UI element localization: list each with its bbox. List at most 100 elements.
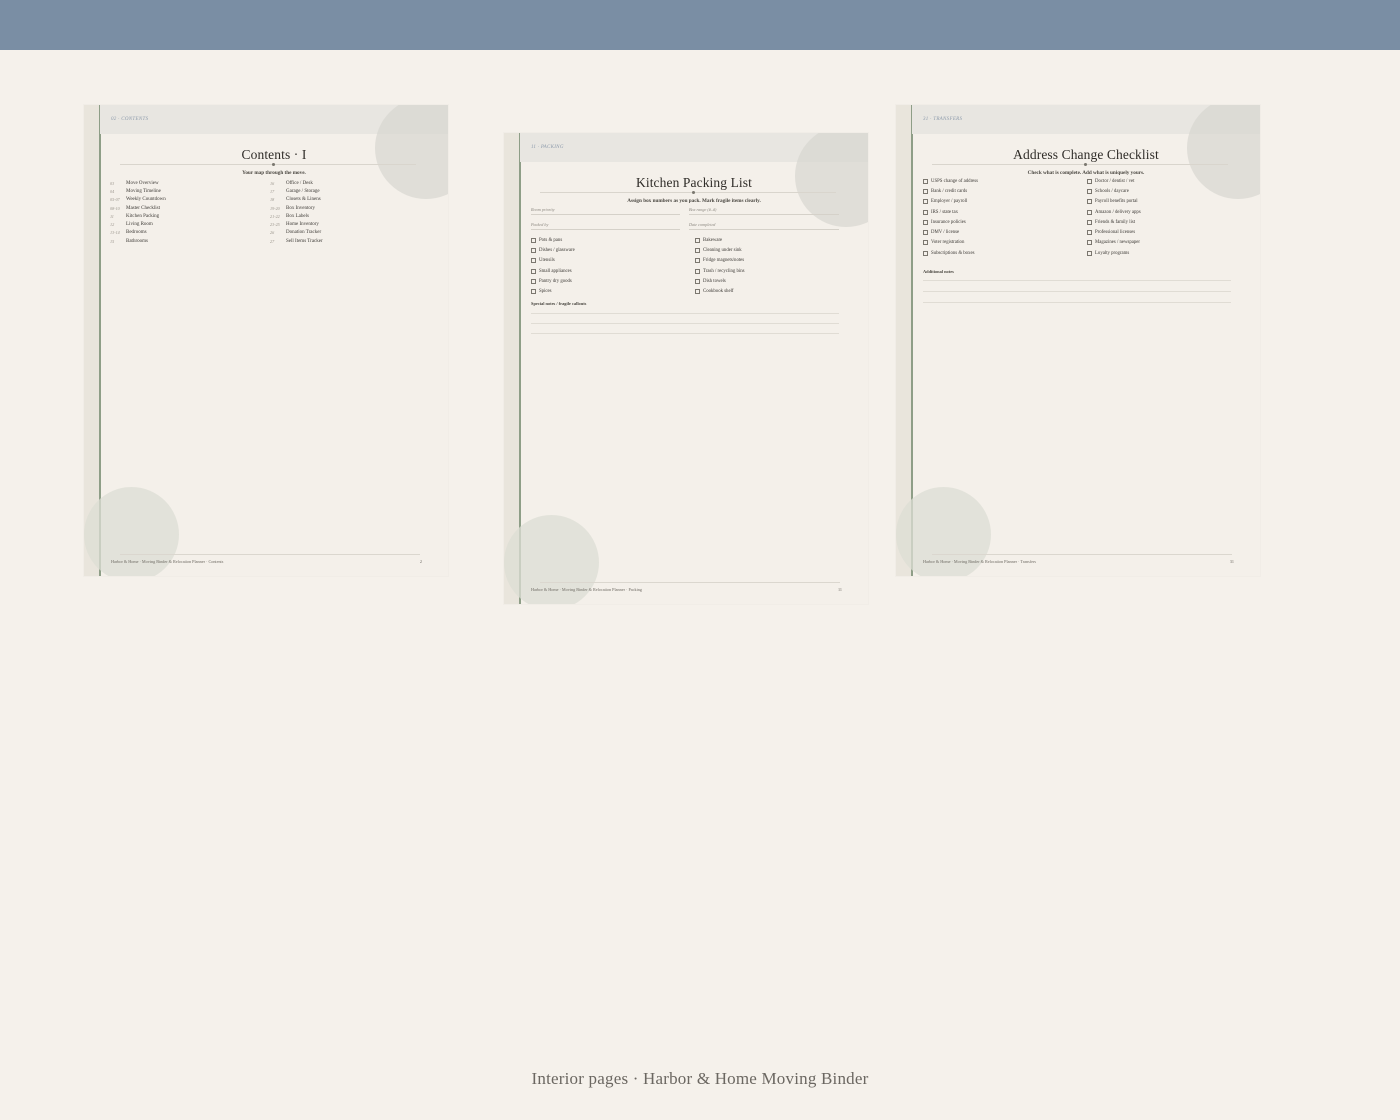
checkbox[interactable] xyxy=(531,268,536,274)
toc-page-number: 05-07 xyxy=(110,197,120,203)
checklist-label: Employer / payroll xyxy=(931,199,968,205)
checklist-label: Fridge magnets/notes xyxy=(703,258,745,264)
toc-label: Donation Tracker xyxy=(286,230,322,236)
page-footer: Harbor & Home · Moving Binder & Relocati… xyxy=(531,587,842,592)
toc-entry[interactable]: 08-10 Master Checklist xyxy=(110,204,166,212)
page-title: Kitchen Packing List xyxy=(636,175,752,190)
toc-entry[interactable]: 11 Kitchen Packing xyxy=(110,212,166,220)
checkbox[interactable] xyxy=(695,268,700,274)
toc-label: Moving Timeline xyxy=(126,188,161,194)
checklist-label: Small appliances xyxy=(539,268,572,274)
checkbox[interactable] xyxy=(695,237,700,243)
note-line[interactable] xyxy=(531,323,839,324)
toc-label: Move Overview xyxy=(126,180,159,186)
toc-entry[interactable]: 15 Bathrooms xyxy=(110,237,166,245)
note-line[interactable] xyxy=(923,280,1231,281)
checkbox[interactable] xyxy=(923,250,928,256)
toc-page-number: 19-20 xyxy=(270,205,280,211)
toc-entry[interactable]: 05-07 Weekly Countdown xyxy=(110,196,166,204)
field-line[interactable] xyxy=(531,229,680,230)
checkbox[interactable] xyxy=(1087,230,1092,236)
checklist-label: Bakeware xyxy=(703,237,723,243)
checklist-label: Pantry dry goods xyxy=(539,278,572,284)
field-line[interactable] xyxy=(689,229,839,230)
note-line[interactable] xyxy=(923,302,1231,303)
checklist-item: Pantry dry goods xyxy=(531,276,575,286)
checkbox[interactable] xyxy=(923,199,928,205)
checklist-item: Schools / daycare xyxy=(1087,186,1141,196)
note-line[interactable] xyxy=(531,313,839,314)
checkbox[interactable] xyxy=(531,289,536,295)
checklist-label: Subscriptions & boxes xyxy=(931,250,975,256)
footer-divider xyxy=(540,582,840,583)
checkbox[interactable] xyxy=(923,188,928,194)
toc-entry[interactable]: 04 Moving Timeline xyxy=(110,187,166,195)
checklist-label: Spices xyxy=(539,289,552,295)
toc-entry[interactable]: 16 Office / Desk xyxy=(270,179,323,187)
checkbox[interactable] xyxy=(923,219,928,225)
checkbox[interactable] xyxy=(1087,219,1092,225)
checklist-item: Cookbook shelf xyxy=(695,286,745,296)
note-line[interactable] xyxy=(923,291,1231,292)
title-divider xyxy=(932,164,1228,165)
checklist-item: Cleaning under sink xyxy=(695,245,745,255)
checklist-label: Trash / recycling bins xyxy=(703,268,745,274)
toc-entry[interactable]: 03 Move Overview xyxy=(110,179,166,187)
checkbox[interactable] xyxy=(1087,250,1092,256)
toc-page-number: 08-10 xyxy=(110,205,120,211)
checklist-item: Spices xyxy=(531,286,575,296)
toc-entry[interactable]: 12 Living Room xyxy=(110,220,166,228)
toc-entry[interactable]: 19-20 Box Inventory xyxy=(270,204,323,212)
title-divider xyxy=(540,192,836,193)
checkbox[interactable] xyxy=(923,230,928,236)
checklist-label: Cookbook shelf xyxy=(703,289,734,295)
checkbox[interactable] xyxy=(923,178,928,184)
footer-text: Harbor & Home · Moving Binder & Relocati… xyxy=(923,559,1037,564)
checkbox[interactable] xyxy=(531,247,536,253)
checkbox[interactable] xyxy=(695,247,700,253)
toc-entry[interactable]: 26 Donation Tracker xyxy=(270,229,323,237)
notes-label: Special notes / fragile callouts xyxy=(531,301,587,306)
checkbox[interactable] xyxy=(695,278,700,284)
checklist-right: Doctor / dentist / vet Schools / daycare P… xyxy=(1087,176,1141,258)
page-title: Contents · I xyxy=(241,147,307,162)
toc-entry[interactable]: 27 Sell Items Tracker xyxy=(270,237,323,245)
field-line[interactable] xyxy=(689,214,839,215)
checklist-label: Friends & family list xyxy=(1095,219,1136,225)
checklist-item: Pots & pans xyxy=(531,235,575,245)
toc-entry[interactable]: 21-22 Box Labels xyxy=(270,212,323,220)
checkbox[interactable] xyxy=(531,278,536,284)
checklist-item: Payroll benefits portal xyxy=(1087,197,1141,207)
toc-entry[interactable]: 13-14 Bedrooms xyxy=(110,229,166,237)
toc-page-number: 11 xyxy=(110,213,114,219)
page-contents: 02 · CONTENTS Contents · I Your map thro… xyxy=(84,105,448,576)
checkbox[interactable] xyxy=(695,289,700,295)
checkbox[interactable] xyxy=(1087,188,1092,194)
toc-entry[interactable]: 18 Closets & Linens xyxy=(270,196,323,204)
checklist-label: IRS / state tax xyxy=(931,209,959,215)
checklist-right: Bakeware Cleaning under sink Fridge magnet… xyxy=(695,235,745,297)
toc-page-number: 04 xyxy=(110,188,115,194)
title-divider xyxy=(120,164,416,165)
toc-entry[interactable]: 17 Garage / Storage xyxy=(270,187,323,195)
checklist-label: Amazon / delivery apps xyxy=(1095,209,1141,215)
checkbox[interactable] xyxy=(923,240,928,246)
footer-divider xyxy=(932,554,1232,555)
checkbox[interactable] xyxy=(531,258,536,264)
note-line[interactable] xyxy=(531,333,839,334)
field-line[interactable] xyxy=(531,214,680,215)
checkbox[interactable] xyxy=(1087,199,1092,205)
checkbox[interactable] xyxy=(923,209,928,215)
toc-column-right: 16 Office / Desk 17 Garage / Storage 18 Close… xyxy=(270,179,323,245)
page-header-label: 02 · CONTENTS xyxy=(111,117,149,122)
checkbox[interactable] xyxy=(1087,178,1092,184)
checklist-label: Dish towels xyxy=(703,278,726,284)
toc-entry[interactable]: 23-25 Home Inventory xyxy=(270,220,323,228)
checkbox[interactable] xyxy=(695,258,700,264)
toc-page-number: 12 xyxy=(110,222,115,228)
checkbox[interactable] xyxy=(1087,209,1092,215)
checkbox[interactable] xyxy=(531,237,536,243)
checklist-item: USPS change of address xyxy=(923,176,978,186)
checkbox[interactable] xyxy=(1087,240,1092,246)
checklist-item: DMV / license xyxy=(923,227,978,237)
